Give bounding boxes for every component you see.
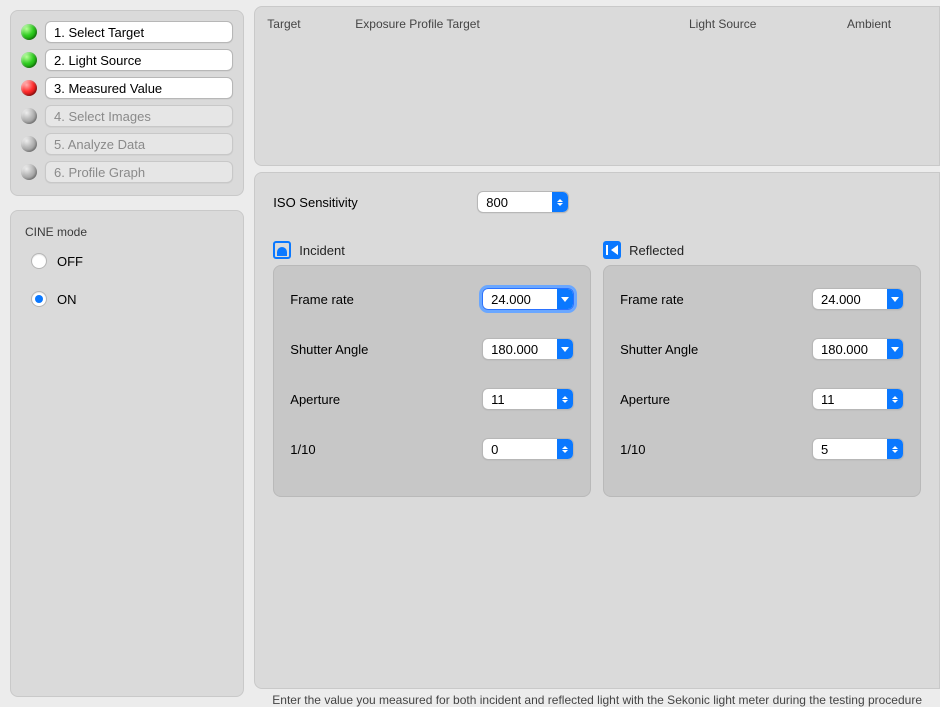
incident-section: Incident Frame rate 24.000 Shutter Angle — [273, 241, 591, 497]
cine-panel: CINE mode OFF ON — [10, 210, 244, 697]
step-status-icon — [21, 24, 37, 40]
iso-label: ISO Sensitivity — [273, 195, 477, 210]
incident-aperture-select[interactable]: 11 — [482, 388, 574, 410]
reflected-shutter-angle-value: 180.000 — [813, 342, 887, 357]
incident-shutter-angle-select[interactable]: 180.000 — [482, 338, 574, 360]
cine-title: CINE mode — [25, 225, 229, 239]
cine-off-label: OFF — [57, 254, 83, 269]
settings-panel: ISO Sensitivity 800 Incident Frame rate — [254, 172, 940, 689]
step-profile-graph: 6. Profile Graph — [45, 161, 233, 183]
reflected-aperture-select[interactable]: 11 — [812, 388, 904, 410]
stepper-icon — [557, 439, 573, 459]
footer-hint: Enter the value you measured for both in… — [254, 689, 940, 707]
header-target-label: Target — [267, 17, 327, 31]
header-exposure-profile-label: Exposure Profile Target — [355, 17, 661, 31]
incident-aperture-value: 11 — [483, 392, 557, 407]
step-status-icon — [21, 164, 37, 180]
step-light-source[interactable]: 2. Light Source — [45, 49, 233, 71]
incident-aperture-label: Aperture — [290, 392, 482, 407]
iso-value: 800 — [478, 195, 552, 210]
incident-tenth-label: 1/10 — [290, 442, 482, 457]
step-measured-value[interactable]: 3. Measured Value — [45, 77, 233, 99]
reflected-frame-rate-label: Frame rate — [620, 292, 812, 307]
step-analyze-data: 5. Analyze Data — [45, 133, 233, 155]
header-ambient-label: Ambient — [847, 17, 927, 31]
step-status-icon — [21, 80, 37, 96]
stepper-icon — [552, 192, 568, 212]
reflected-title: Reflected — [629, 243, 684, 258]
chevron-down-icon — [887, 289, 903, 309]
incident-shutter-angle-label: Shutter Angle — [290, 342, 482, 357]
header-panel: Target Exposure Profile Target Light Sou… — [254, 6, 940, 166]
incident-title: Incident — [299, 243, 345, 258]
incident-frame-rate-label: Frame rate — [290, 292, 482, 307]
radio-icon — [31, 291, 47, 307]
header-light-source-label: Light Source — [689, 17, 819, 31]
cine-off-option[interactable]: OFF — [31, 253, 229, 269]
incident-frame-rate-select[interactable]: 24.000 — [482, 288, 574, 310]
iso-select[interactable]: 800 — [477, 191, 569, 213]
radio-icon — [31, 253, 47, 269]
stepper-icon — [557, 389, 573, 409]
reflected-aperture-label: Aperture — [620, 392, 812, 407]
reflected-section: Reflected Frame rate 24.000 Shutter Angl… — [603, 241, 921, 497]
incident-icon — [273, 241, 291, 259]
step-select-images: 4. Select Images — [45, 105, 233, 127]
step-status-icon — [21, 136, 37, 152]
reflected-tenth-select[interactable]: 5 — [812, 438, 904, 460]
incident-shutter-angle-value: 180.000 — [483, 342, 557, 357]
reflected-aperture-value: 11 — [813, 392, 887, 407]
stepper-icon — [887, 389, 903, 409]
step-status-icon — [21, 52, 37, 68]
step-status-icon — [21, 108, 37, 124]
stepper-icon — [887, 439, 903, 459]
chevron-down-icon — [557, 339, 573, 359]
chevron-down-icon — [887, 339, 903, 359]
reflected-tenth-label: 1/10 — [620, 442, 812, 457]
cine-on-label: ON — [57, 292, 77, 307]
reflected-shutter-angle-select[interactable]: 180.000 — [812, 338, 904, 360]
incident-tenth-value: 0 — [483, 442, 557, 457]
steps-panel: 1. Select Target 2. Light Source 3. Meas… — [10, 10, 244, 196]
incident-frame-rate-value: 24.000 — [483, 292, 557, 307]
reflected-frame-rate-select[interactable]: 24.000 — [812, 288, 904, 310]
incident-tenth-select[interactable]: 0 — [482, 438, 574, 460]
chevron-down-icon — [557, 289, 573, 309]
step-select-target[interactable]: 1. Select Target — [45, 21, 233, 43]
reflected-frame-rate-value: 24.000 — [813, 292, 887, 307]
cine-on-option[interactable]: ON — [31, 291, 229, 307]
reflected-tenth-value: 5 — [813, 442, 887, 457]
reflected-icon — [603, 241, 621, 259]
reflected-shutter-angle-label: Shutter Angle — [620, 342, 812, 357]
